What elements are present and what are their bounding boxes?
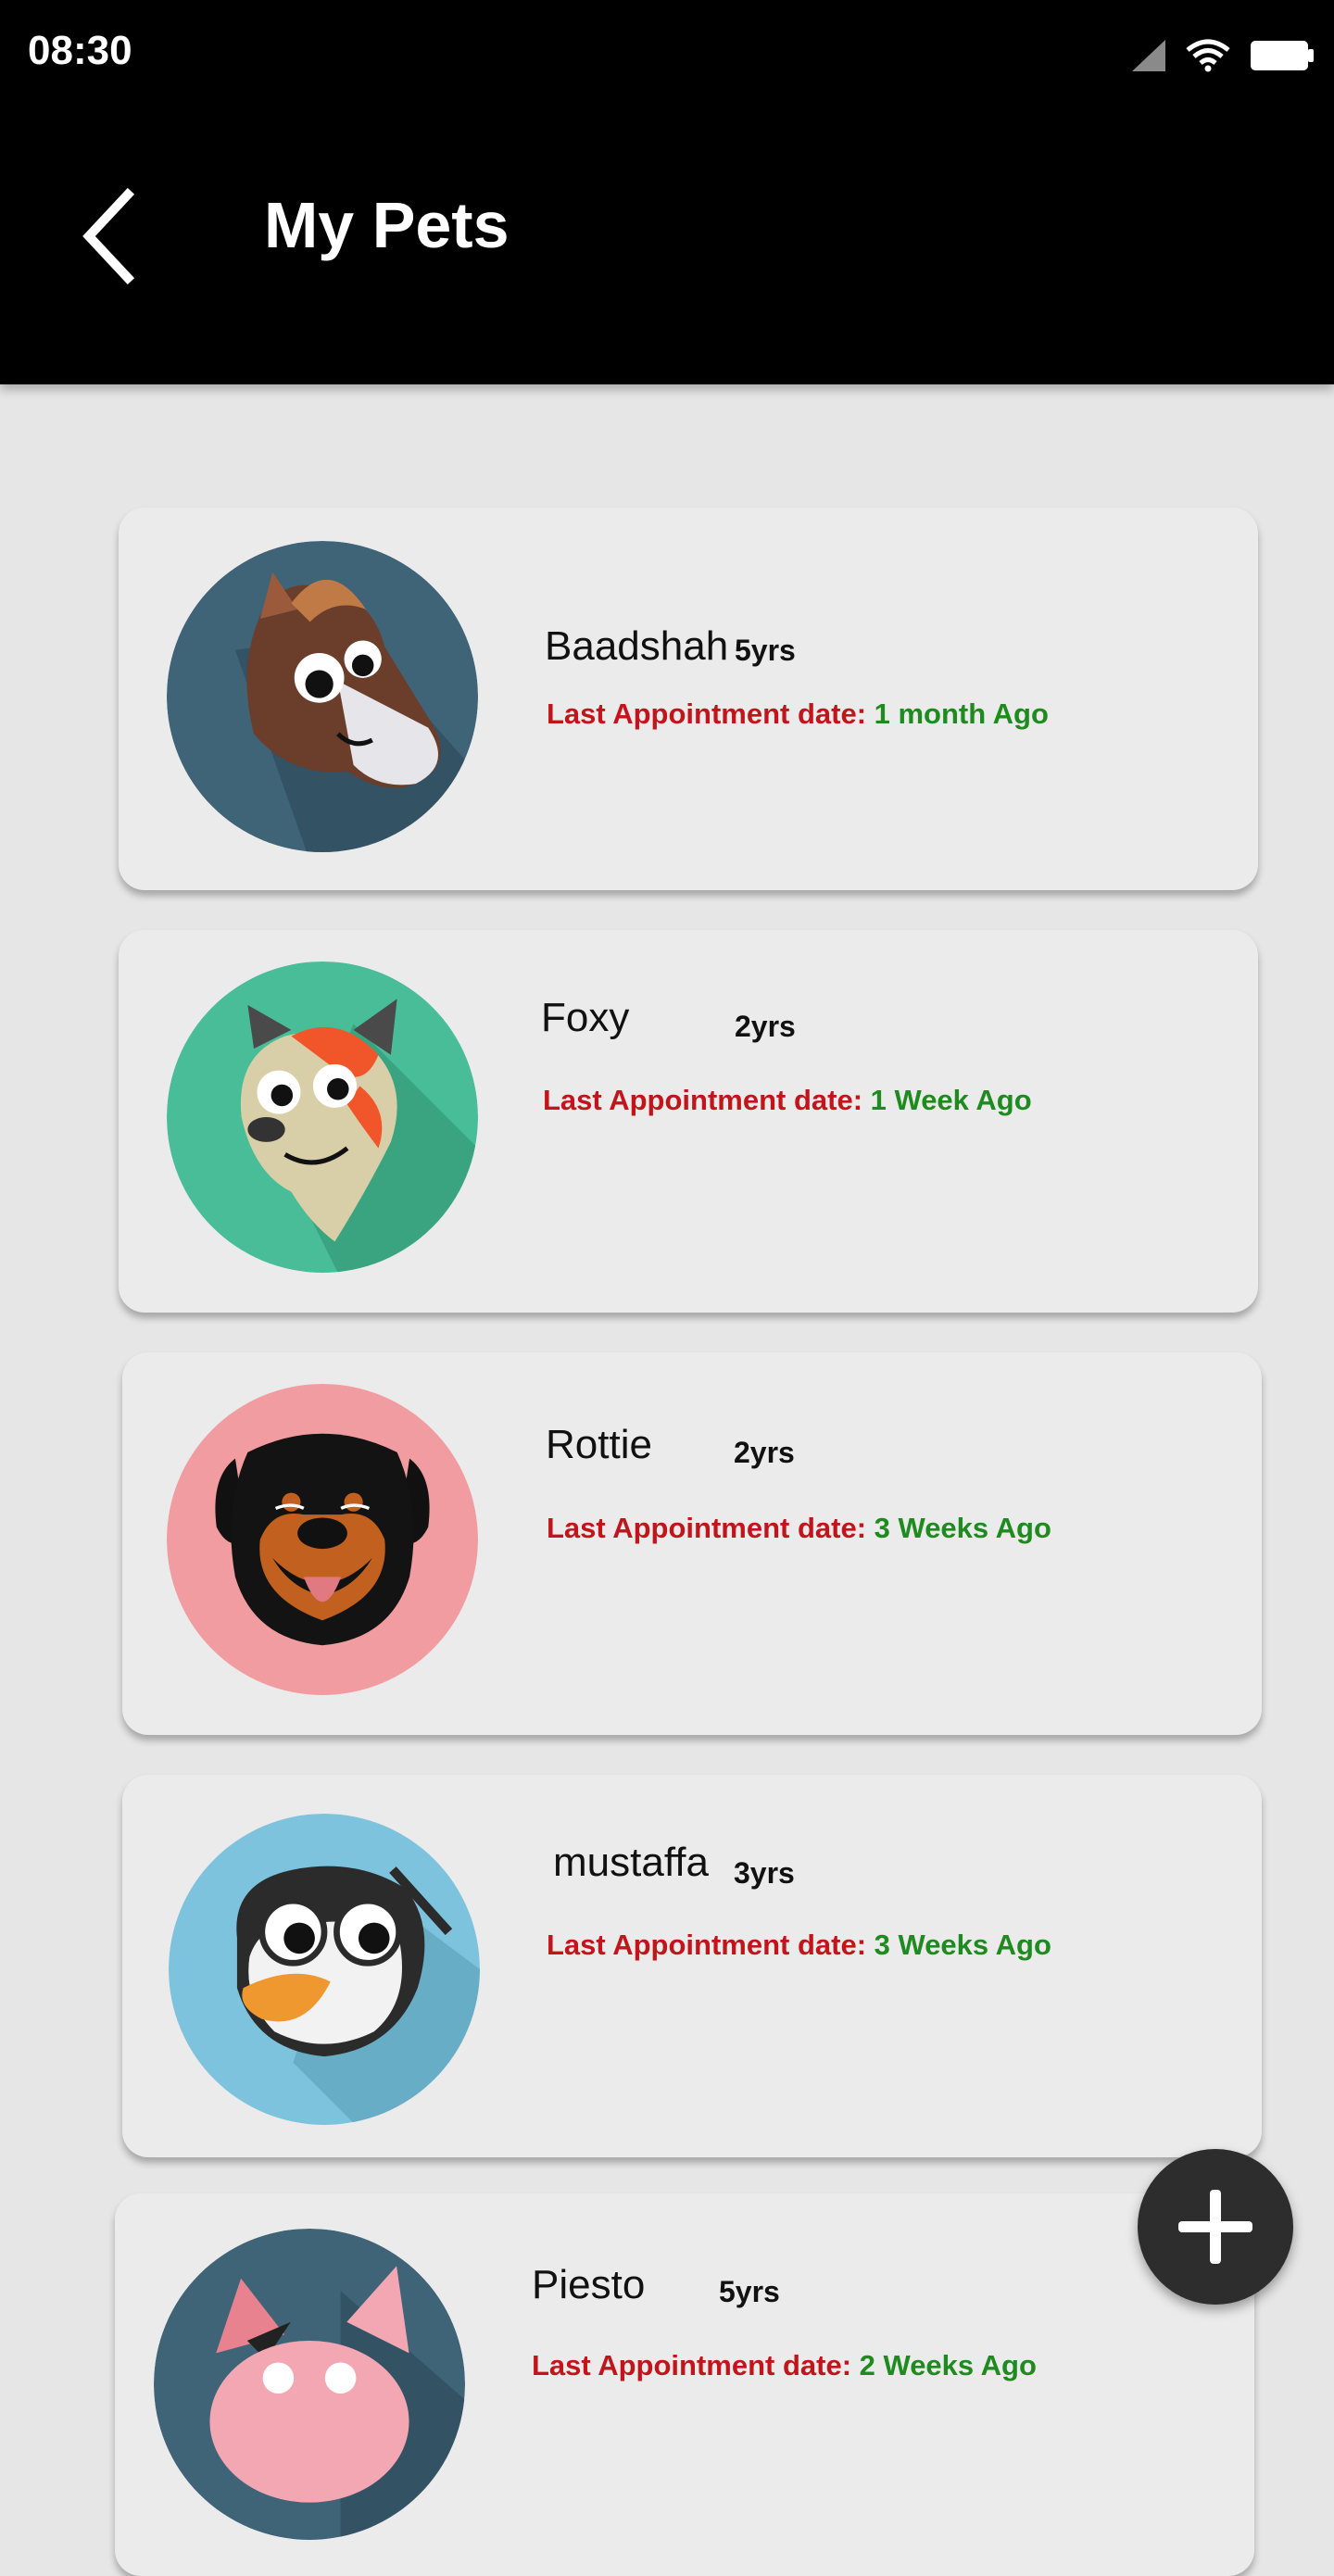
- pig-avatar: [154, 2229, 465, 2540]
- pet-name: Rottie: [546, 1422, 652, 1467]
- pet-name: mustaffa: [553, 1840, 709, 1885]
- pet-card[interactable]: mustaffa 3yrs Last Appointment date: 3 W…: [122, 1775, 1262, 2157]
- pet-age: 5yrs: [719, 2275, 780, 2308]
- appointment-info: Last Appointment date: 3 Weeks Ago: [547, 1512, 1051, 1545]
- appointment-value: 3 Weeks Ago: [874, 1512, 1051, 1544]
- plus-icon: [1178, 2190, 1252, 2264]
- appointment-label: Last Appointment date:: [547, 1512, 867, 1544]
- rottweiler-avatar: [167, 1384, 478, 1695]
- appointment-info: Last Appointment date: 3 Weeks Ago: [547, 1929, 1051, 1962]
- appointment-info: Last Appointment date: 2 Weeks Ago: [532, 2349, 1037, 2382]
- penguin-avatar: [169, 1814, 480, 2125]
- appointment-info: Last Appointment date: 1 Week Ago: [543, 1084, 1032, 1117]
- pet-card[interactable]: Foxy 2yrs Last Appointment date: 1 Week …: [119, 930, 1258, 1313]
- pet-age: 2yrs: [735, 1010, 796, 1043]
- appointment-value: 3 Weeks Ago: [874, 1929, 1051, 1961]
- cell-signal-icon: [1132, 40, 1165, 71]
- pet-name: Piesto: [532, 2262, 646, 2307]
- back-arrow-icon: [82, 187, 135, 285]
- pet-age: 2yrs: [734, 1436, 795, 1469]
- appointment-info: Last Appointment date: 1 month Ago: [547, 697, 1049, 731]
- wifi-icon: [1186, 39, 1230, 72]
- status-bar: 08:30: [0, 0, 1334, 107]
- appointment-label: Last Appointment date:: [547, 1929, 867, 1961]
- pet-card[interactable]: Piesto 5yrs Last Appointment date: 2 Wee…: [115, 2193, 1254, 2576]
- pet-name: Foxy: [541, 995, 630, 1040]
- battery-icon: [1251, 41, 1314, 70]
- appointment-label: Last Appointment date:: [543, 1084, 863, 1116]
- pet-card[interactable]: Rottie 2yrs Last Appointment date: 3 Wee…: [122, 1352, 1262, 1735]
- pet-age: 5yrs: [735, 634, 796, 667]
- pet-name: Baadshah: [545, 623, 729, 669]
- add-pet-button[interactable]: [1138, 2149, 1293, 2305]
- appointment-value: 1 month Ago: [874, 697, 1049, 730]
- status-icons: [1132, 33, 1315, 78]
- pet-age: 3yrs: [734, 1856, 795, 1890]
- page-title: My Pets: [264, 189, 510, 261]
- appointment-label: Last Appointment date:: [547, 697, 867, 730]
- pet-card[interactable]: Baadshah 5yrs Last Appointment date: 1 m…: [119, 508, 1258, 890]
- status-time: 08:30: [28, 28, 132, 73]
- appointment-label: Last Appointment date:: [532, 2349, 852, 2381]
- back-button[interactable]: [74, 185, 148, 287]
- appointment-value: 2 Weeks Ago: [859, 2349, 1037, 2381]
- app-bar: My Pets: [0, 107, 1334, 384]
- fox-avatar: [167, 961, 478, 1273]
- horse-avatar: [167, 541, 478, 852]
- appointment-value: 1 Week Ago: [870, 1084, 1032, 1116]
